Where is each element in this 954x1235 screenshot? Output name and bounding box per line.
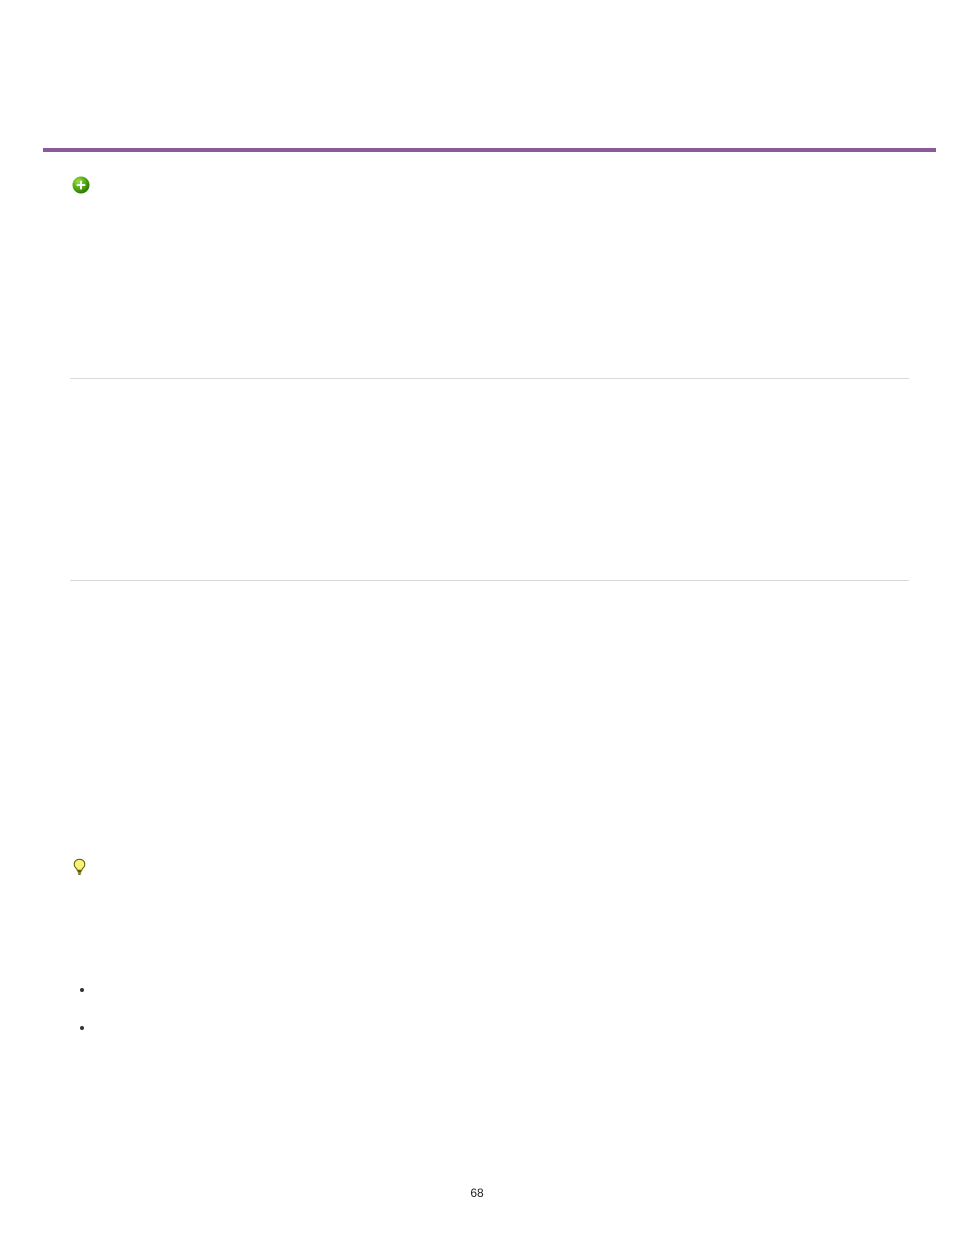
horizontal-rule: [70, 580, 909, 581]
lightbulb-icon: [72, 858, 87, 876]
list-bullet: [80, 988, 84, 992]
plus-circle-icon: [72, 176, 90, 194]
section-divider: [43, 148, 936, 152]
page-number: 68: [0, 1186, 954, 1200]
list-bullet: [80, 1026, 84, 1030]
document-page: 68: [0, 0, 954, 1235]
horizontal-rule: [70, 378, 909, 379]
